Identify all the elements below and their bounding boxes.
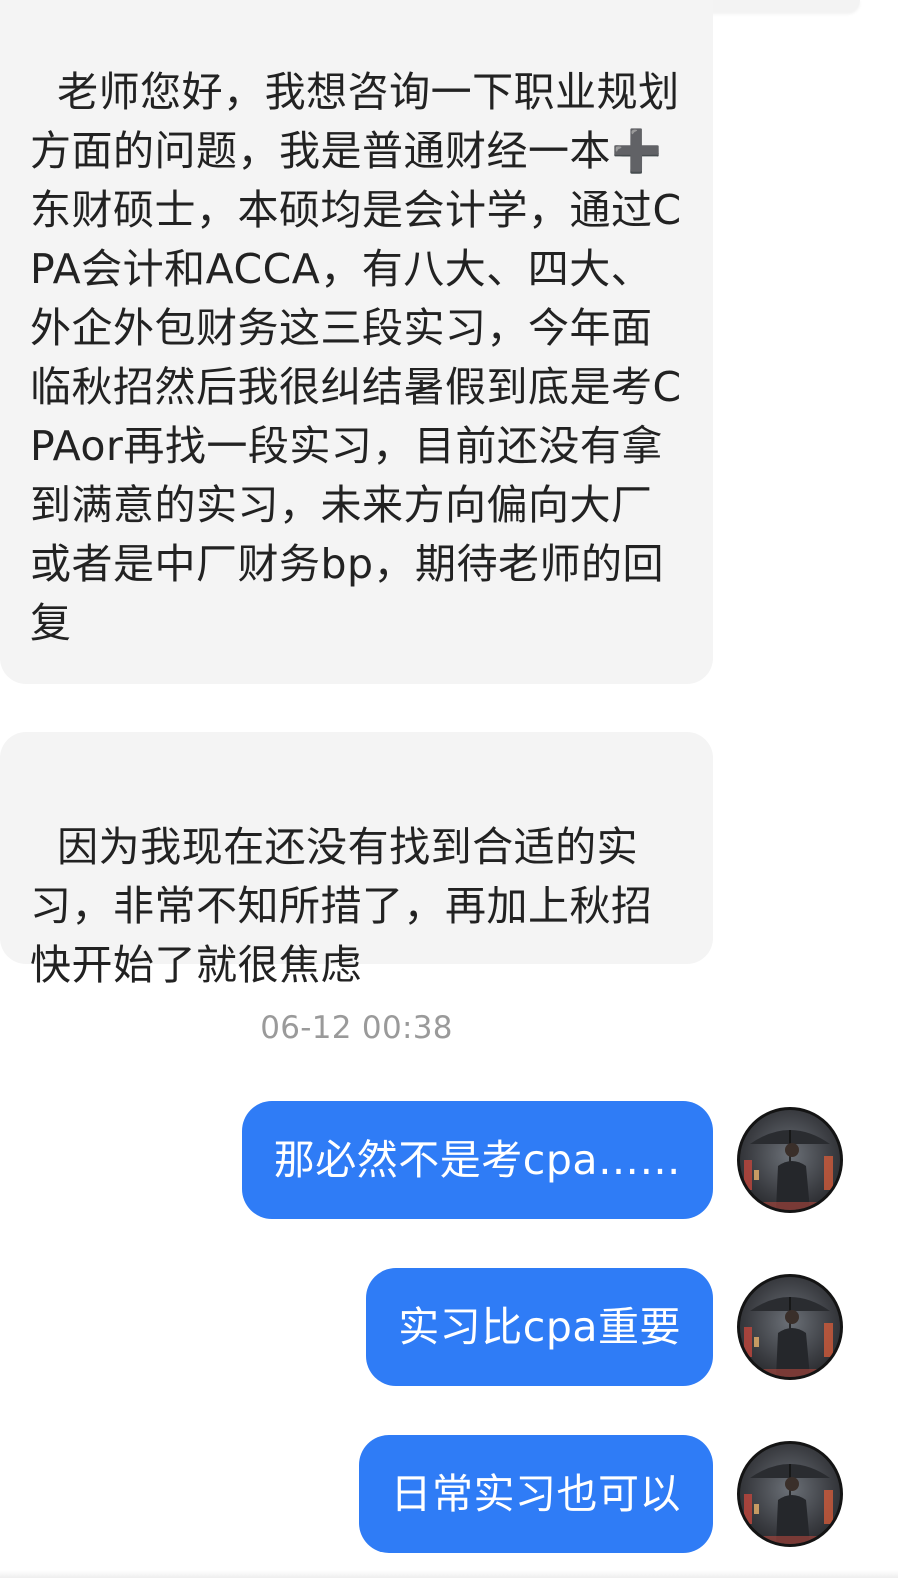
- incoming-message-bubble[interactable]: 因为我现在还没有找到合适的实习，非常不知所措了，再加上秋招快开始了就很焦虑: [0, 732, 713, 989]
- message-text: 因为我现在还没有找到合适的实习，非常不知所措了，再加上秋招快开始了就很焦虑: [30, 823, 653, 989]
- outgoing-message-bubble[interactable]: 实习比cpa重要: [366, 1268, 713, 1386]
- message-text: 老师您好，我想咨询一下职业规划方面的问题，我是普通财经一本➕东财硕士，本硕均是会…: [30, 68, 682, 647]
- outgoing-message-bubble[interactable]: 那必然不是考cpa……: [241, 1101, 713, 1219]
- message-timestamp: 06-12 00:38: [260, 1010, 453, 1046]
- outgoing-message-row: 实习比cpa重要: [0, 1268, 898, 1388]
- man-with-umbrella-avatar-icon: [740, 1110, 840, 1210]
- message-text: 实习比cpa重要: [398, 1303, 681, 1351]
- outgoing-message-row: 那必然不是考cpa……: [0, 1101, 898, 1221]
- man-with-umbrella-avatar-icon: [740, 1444, 840, 1544]
- man-with-umbrella-avatar-icon: [740, 1277, 840, 1377]
- outgoing-message-row: 日常实习也可以: [0, 1435, 898, 1555]
- bottom-edge: [0, 1570, 898, 1578]
- outgoing-message-bubble[interactable]: 日常实习也可以: [358, 1435, 713, 1553]
- avatar[interactable]: [737, 1441, 843, 1547]
- avatar[interactable]: [737, 1107, 843, 1213]
- message-text: 那必然不是考cpa……: [273, 1136, 681, 1184]
- avatar[interactable]: [737, 1274, 843, 1380]
- message-text: 日常实习也可以: [390, 1470, 681, 1518]
- incoming-message-bubble[interactable]: 老师您好，我想咨询一下职业规划方面的问题，我是普通财经一本➕东财硕士，本硕均是会…: [0, 0, 713, 684]
